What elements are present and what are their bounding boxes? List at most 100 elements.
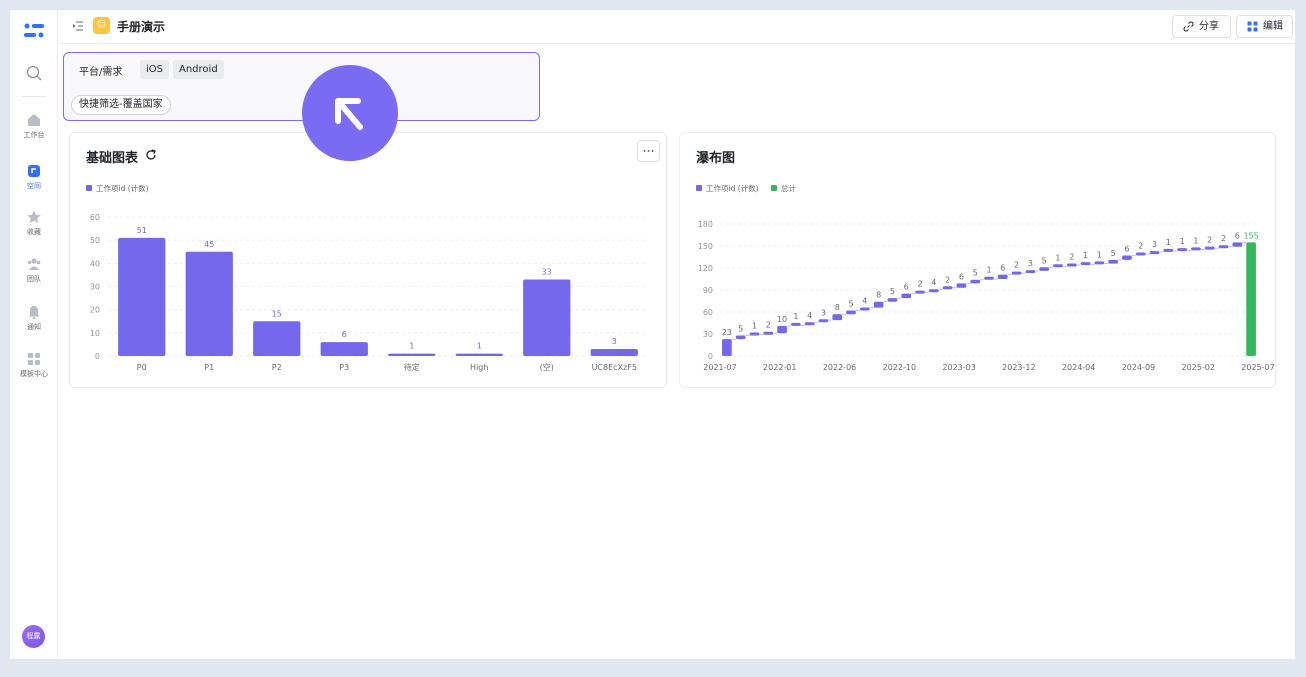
data-label: 5 (1042, 256, 1047, 265)
edit-button[interactable]: 编辑 (1236, 15, 1293, 38)
data-label: 6 (959, 272, 964, 281)
data-label: 1 (1193, 236, 1198, 245)
sidebar-item-workbench[interactable]: 工作台 (10, 112, 58, 140)
waterfall-bar (1149, 251, 1160, 255)
legend-label: 工作项id (计数) (96, 184, 149, 193)
data-label: 5 (738, 324, 743, 333)
refresh-icon[interactable] (145, 149, 157, 161)
data-label: 10 (777, 315, 787, 324)
data-label: 1 (409, 342, 414, 351)
data-label: 5 (890, 287, 895, 296)
waterfall-bar (956, 283, 967, 288)
bar (185, 251, 233, 356)
bar (523, 279, 571, 356)
data-label: 2 (1221, 234, 1226, 243)
legend-item: 工作项id (计数) (86, 184, 149, 193)
total-label: 155 (1243, 231, 1258, 240)
bar-chart-title: 基础图表 (86, 151, 139, 166)
waterfall-bar (1080, 262, 1091, 266)
y-tick-label: 60 (703, 308, 713, 317)
quick-filter-button[interactable]: 快捷筛选-覆盖国家 (71, 95, 171, 115)
waterfall-chart-legend: 工作项id (计数) 总计 (696, 183, 806, 194)
waterfall-bar (1053, 264, 1063, 268)
waterfall-bar (1135, 252, 1146, 256)
x-tick-label: 2023-12 (1002, 363, 1035, 372)
filter-tag-ios[interactable]: iOS (140, 60, 169, 79)
waterfall-bar (1122, 255, 1132, 260)
collapse-sidebar-icon[interactable] (72, 20, 84, 32)
user-avatar[interactable]: 程露 (22, 625, 45, 648)
x-tick-label: 2021-07 (703, 363, 736, 372)
waterfall-bar (846, 310, 856, 315)
sidebar-item-team[interactable]: 团队 (10, 256, 58, 284)
filter-tag-android[interactable]: Android (173, 60, 224, 79)
data-label: 2 (1069, 253, 1074, 262)
waterfall-bar (1066, 263, 1077, 267)
x-tick-label: 待定 (404, 362, 420, 372)
data-label: 33 (542, 268, 552, 277)
y-tick-label: 50 (90, 236, 100, 245)
waterfall-bar (1218, 245, 1229, 249)
data-label: 2 (917, 280, 922, 289)
more-icon (643, 150, 654, 152)
waterfall-bar (970, 279, 981, 284)
waterfall-bar (749, 332, 760, 336)
legend-label: 总计 (780, 184, 796, 193)
space-icon (28, 165, 40, 177)
waterfall-chart-title: 瀑布图 (696, 151, 736, 166)
app-window: 工作台 空间 收藏 团队 通知 模板中心 程露 ☺ 手册演示 分享 编辑 平台/… (10, 10, 1295, 659)
data-label: 1 (1180, 237, 1185, 246)
cursor-arrow-icon (335, 98, 363, 130)
x-tick-label: P2 (272, 363, 282, 372)
search-icon[interactable] (25, 64, 43, 82)
app-logo-icon[interactable] (23, 22, 45, 40)
data-label: 45 (204, 240, 214, 249)
waterfall-bar (722, 339, 732, 356)
total-bar (1246, 242, 1256, 356)
waterfall-bar (860, 307, 870, 311)
data-label: 1 (477, 342, 482, 351)
link-icon (1183, 21, 1194, 32)
waterfall-bar (901, 293, 912, 299)
page-emoji-icon[interactable]: ☺ (93, 17, 110, 34)
bell-icon (28, 306, 40, 320)
waterfall-bar (763, 331, 774, 335)
y-tick-label: 0 (95, 352, 100, 361)
bar (253, 321, 301, 356)
data-label: 4 (807, 311, 812, 320)
waterfall-bar (818, 319, 829, 323)
data-label: 3 (821, 308, 826, 317)
more-options-button[interactable] (637, 140, 660, 162)
sidebar-item-notifications[interactable]: 通知 (10, 304, 58, 332)
sidebar-item-label: 工作台 (23, 131, 45, 139)
data-label: 15 (272, 309, 282, 318)
data-label: 1 (793, 312, 798, 321)
x-tick-label: 2025-07 (1241, 363, 1274, 372)
waterfall-chart: 030609012015018023 5 1 210 1 4 38 5 48 5 6 2 4 2 6 5 1 6 2… (698, 220, 1275, 372)
bar-chart-card: 基础图表 工作项id (计数) 0 10 20 30 40 50 60 51 P0 45 P1 15 P… (69, 132, 667, 388)
data-label: 4 (931, 278, 936, 287)
waterfall-bar (1191, 247, 1201, 251)
share-button[interactable]: 分享 (1172, 15, 1231, 38)
waterfall-bar (832, 314, 843, 321)
waterfall-chart-card: 瀑布图 工作项id (计数) 总计 0 30 60 90 120 150 180 23 5 1 2 1… (679, 132, 1276, 388)
y-tick-label: 20 (90, 306, 100, 315)
data-label: 2 (1138, 242, 1143, 251)
data-label: 2 (1207, 236, 1212, 245)
waterfall-bar (1011, 271, 1022, 275)
x-tick-label: (空) (540, 362, 554, 372)
data-label: 6 (1000, 264, 1005, 273)
dashboard-icon (1247, 21, 1258, 32)
bar-chart: 0 10 20 30 40 50 60 51 P0 45 P1 15 P2 6 P3 1 待定 1 High 33 (空… (90, 213, 648, 372)
x-tick-label: 2024-04 (1062, 363, 1095, 372)
legend-swatch (696, 185, 702, 191)
data-label: 2 (945, 275, 950, 284)
x-tick-label: 2025-02 (1182, 363, 1215, 372)
data-label: 1 (1166, 238, 1171, 247)
sidebar-item-templates[interactable]: 模板中心 (10, 351, 58, 379)
y-tick-label: 0 (708, 352, 713, 361)
x-tick-label: 2023-03 (942, 363, 975, 372)
sidebar-item-favorites[interactable]: 收藏 (10, 209, 58, 237)
sidebar-item-label: 空间 (27, 182, 41, 190)
sidebar-item-space[interactable]: 空间 (10, 163, 58, 191)
